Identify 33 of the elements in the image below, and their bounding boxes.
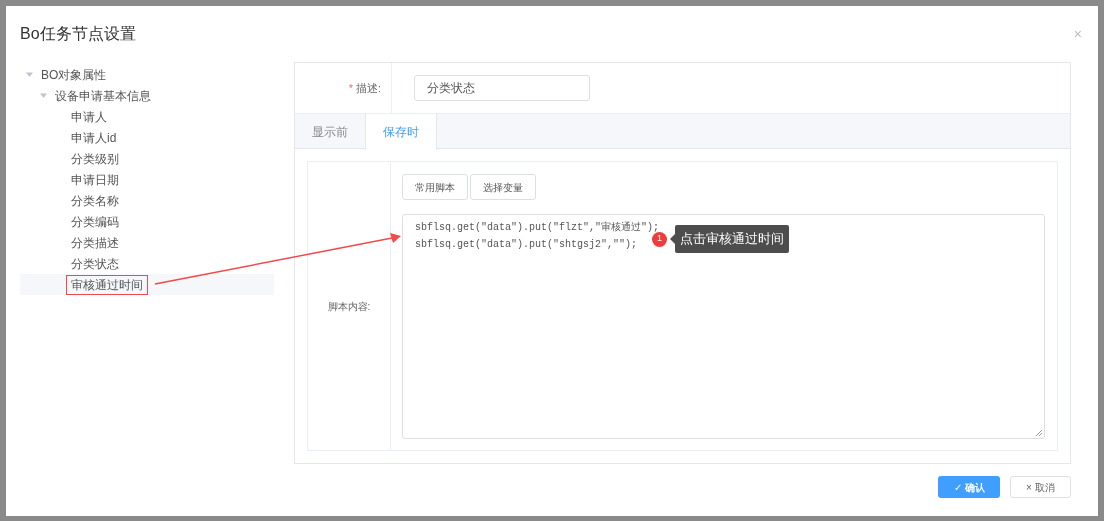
tree-item[interactable]: 申请人id — [66, 127, 122, 148]
tree-item[interactable]: 分类级别 — [66, 148, 124, 169]
tree-row-highlight[interactable]: 分类编码 — [20, 211, 274, 232]
tree-item[interactable]: 申请人 — [66, 106, 112, 127]
cancel-button[interactable]: × 取消 — [1010, 476, 1071, 498]
tree-item[interactable]: BO对象属性 — [20, 64, 274, 85]
tree-item[interactable]: 分类编码 — [66, 211, 124, 232]
tree-item[interactable]: 分类名称 — [66, 190, 124, 211]
tree-row-highlight[interactable]: 申请人 — [20, 106, 274, 127]
tree-row-highlight[interactable]: 分类名称 — [20, 190, 274, 211]
field-label: 描述: — [355, 80, 381, 96]
tree-item[interactable]: 申请日期 — [66, 169, 124, 190]
tree-row-highlight[interactable]: 申请日期 — [20, 169, 274, 190]
caret-icon[interactable] — [26, 71, 33, 78]
script-button[interactable]: 选择变量 — [470, 174, 536, 200]
tree-item[interactable]: 设备申请基本信息 — [20, 85, 274, 106]
tree-row-highlight[interactable]: 申请人id — [20, 127, 274, 148]
field-label: 脚本内容: — [327, 299, 371, 314]
tree-item[interactable]: 分类描述 — [66, 232, 124, 253]
tree-item[interactable]: 分类状态 — [66, 253, 124, 274]
required-mark: * — [348, 80, 353, 96]
input-field[interactable]: 分类状态 — [414, 75, 590, 101]
tree-row-highlight[interactable]: 分类描述 — [20, 232, 274, 253]
dialog-title: Bo任务节点设置 — [20, 24, 136, 44]
tree-row-highlight[interactable]: 分类状态 — [20, 253, 274, 274]
tree-item[interactable]: 审核通过时间 — [66, 274, 148, 295]
tree-row-highlight[interactable]: 分类级别 — [20, 148, 274, 169]
script-button[interactable]: 常用脚本 — [402, 174, 468, 200]
tree-row-highlight[interactable]: 审核通过时间 — [20, 274, 274, 295]
code-line: sbflsq.get("data").put("shtgsj2",""); — [415, 238, 638, 252]
resize-handle-icon[interactable] — [1035, 429, 1042, 436]
annotation-tooltip: 点击审核通过时间 — [670, 225, 789, 253]
caret-icon[interactable] — [40, 92, 47, 99]
